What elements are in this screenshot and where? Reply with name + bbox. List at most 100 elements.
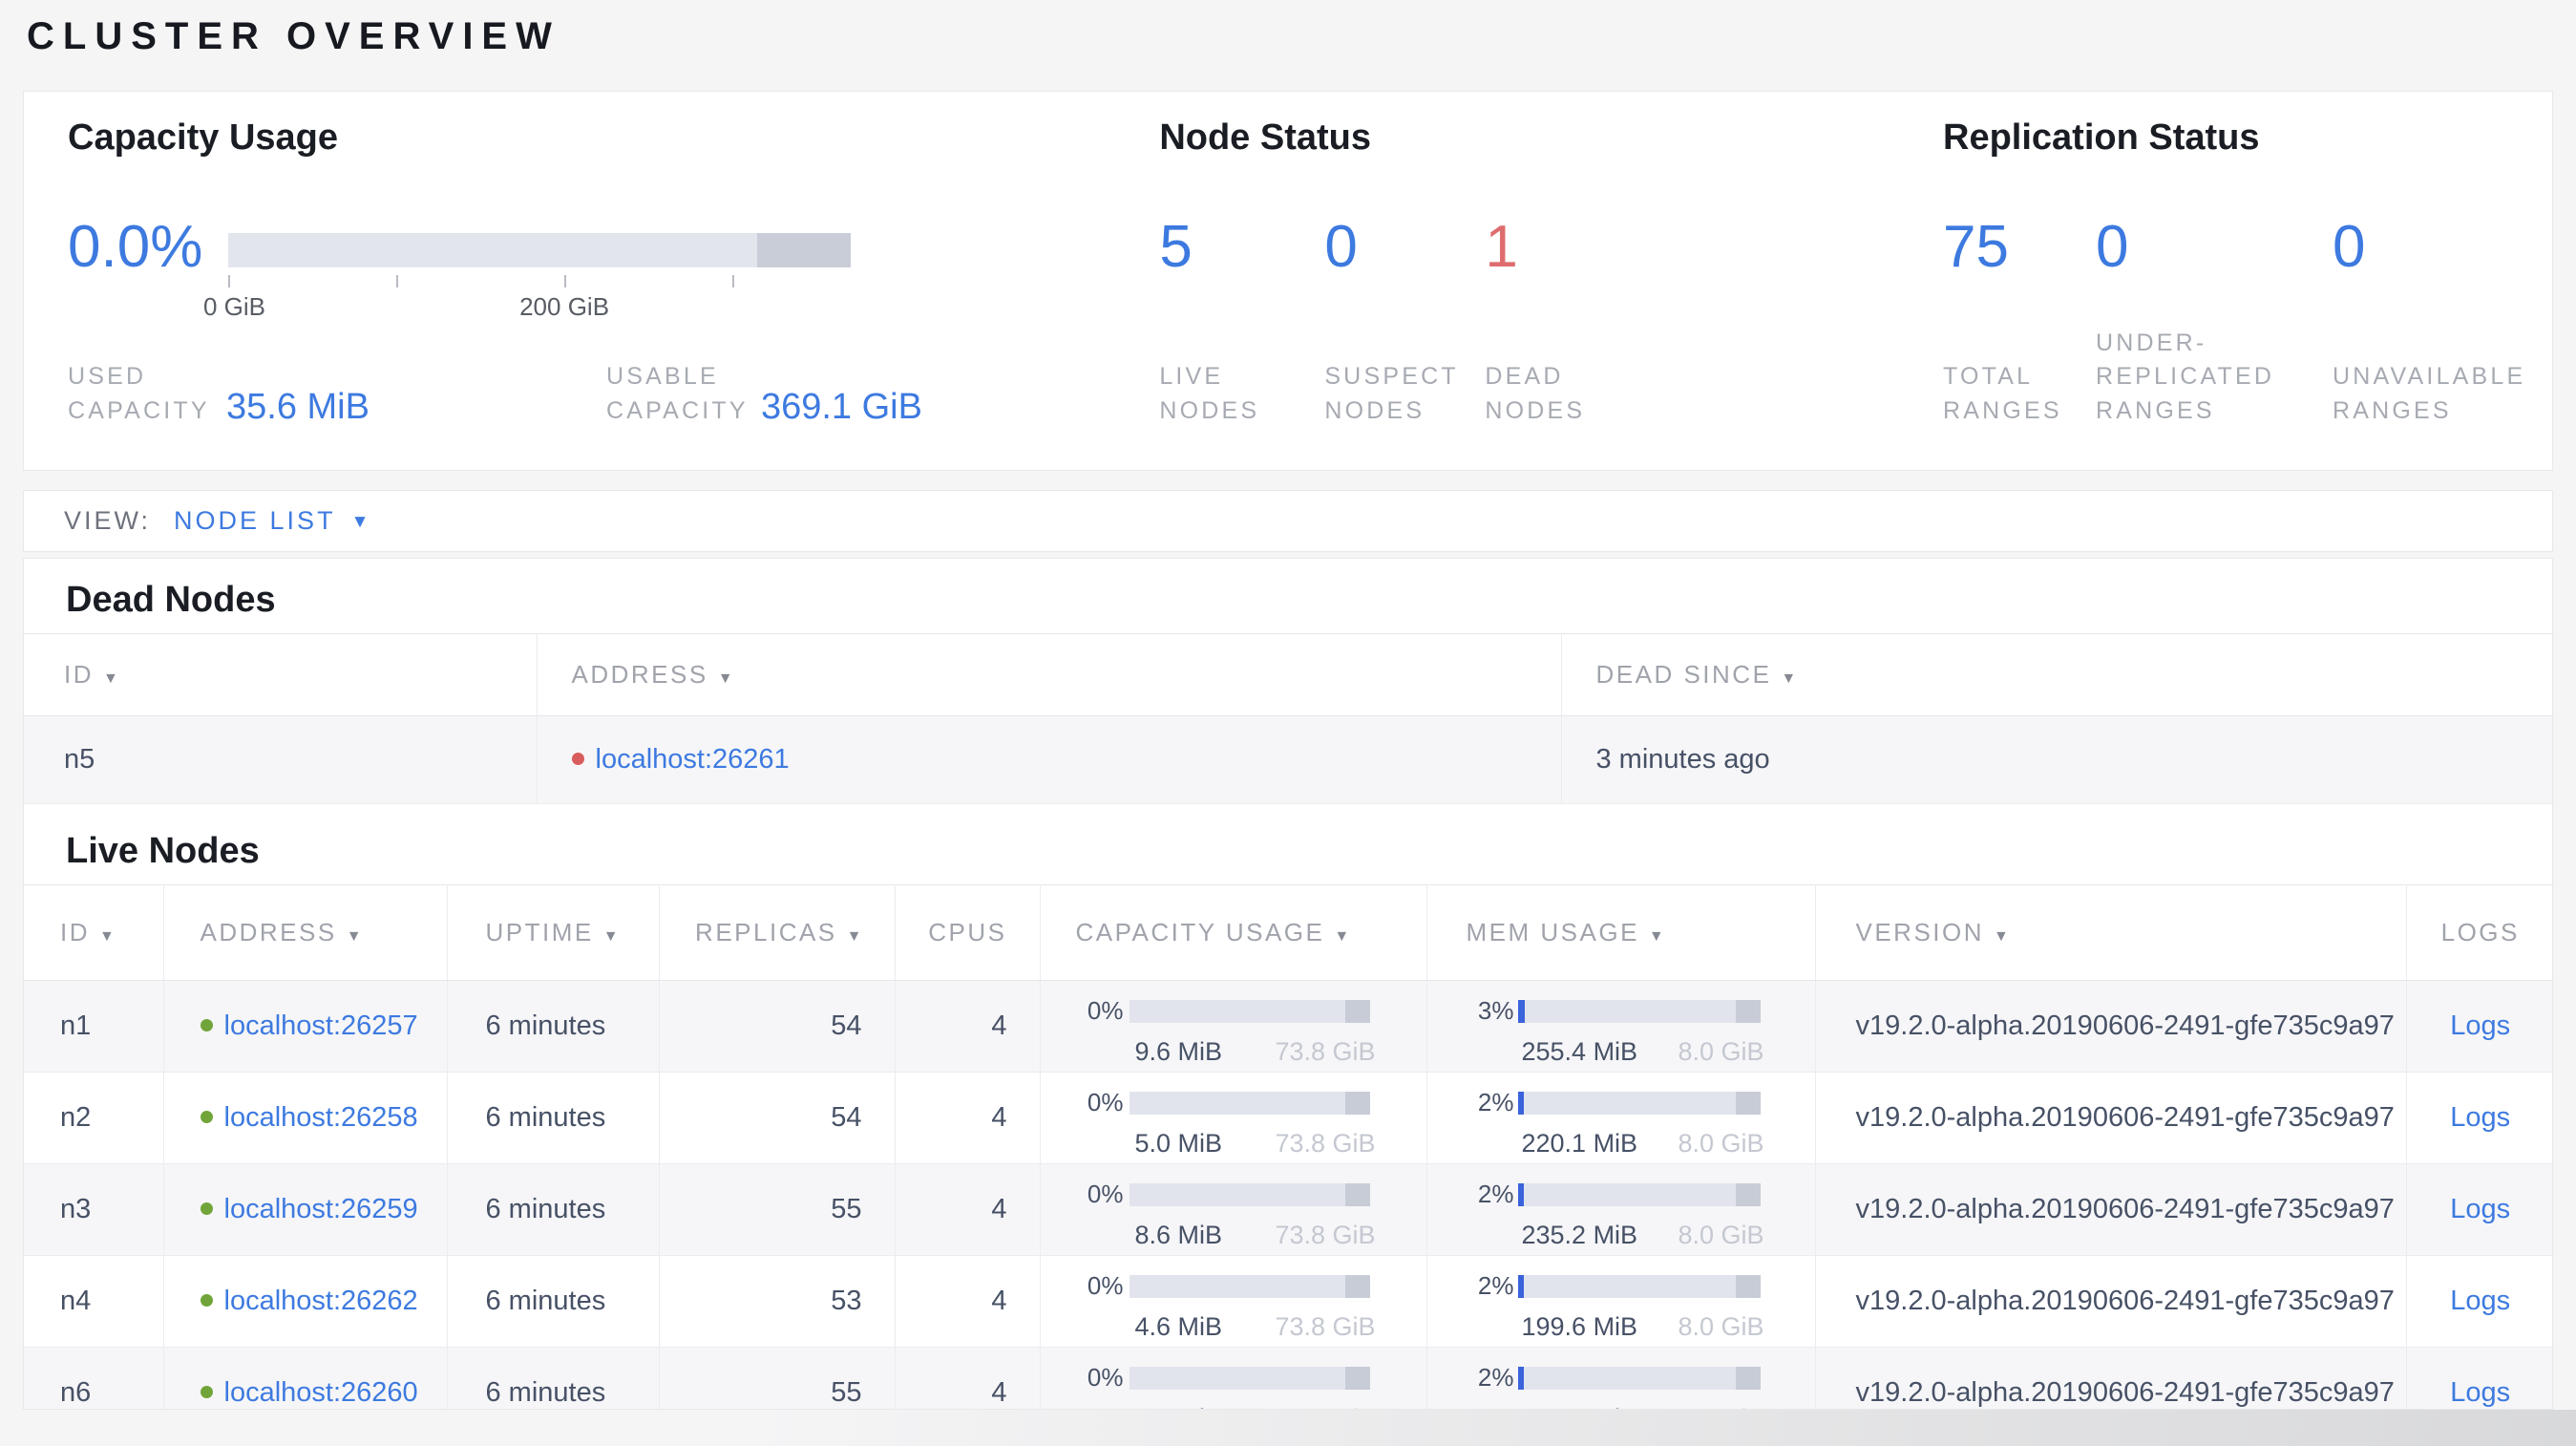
mem-total-value: 8.0 GiB — [1678, 1129, 1764, 1158]
node-logs-cell: Logs — [2406, 1348, 2552, 1410]
live-nodes-count: 5 — [1159, 214, 1193, 280]
node-address-cell: localhost:26262 — [163, 1255, 448, 1348]
mem-total-value: 8.0 GiB — [1678, 1221, 1764, 1249]
mem-used-value: 225.5 MiB — [1522, 1404, 1638, 1409]
live-header-logs: LOGS — [2406, 884, 2552, 981]
total-ranges-label: TOTAL RANGES — [1943, 363, 2062, 424]
mem-usage-bar — [1517, 999, 1761, 1023]
node-logs-cell: Logs — [2406, 1164, 2552, 1256]
mem-total-value: 8.0 GiB — [1678, 1037, 1764, 1066]
node-replicas: 55 — [659, 1163, 896, 1256]
node-address-link[interactable]: localhost:26262 — [224, 1286, 418, 1316]
live-header-address[interactable]: ADDRESS ▼ — [163, 884, 448, 981]
logs-link[interactable]: Logs — [2450, 1102, 2510, 1133]
node-replicas: 54 — [659, 1072, 896, 1164]
view-bar: VIEW: NODE LIST ▼ — [23, 490, 2553, 552]
logs-link[interactable]: Logs — [2450, 1377, 2510, 1408]
node-cpus: 4 — [895, 1072, 1041, 1164]
node-address-link[interactable]: localhost:26258 — [224, 1102, 418, 1133]
node-address-cell: localhost:26258 — [163, 1072, 448, 1164]
suspect-nodes-label: SUSPECT NODES — [1324, 363, 1459, 424]
mem-percent-label: 2% — [1477, 1271, 1514, 1300]
node-uptime: 6 minutes — [447, 1163, 660, 1256]
sort-descending-icon: ▼ — [99, 928, 115, 945]
status-dot-dead-icon — [571, 752, 584, 765]
live-header-version[interactable]: VERSION ▼ — [1815, 884, 2407, 981]
live-nodes-header-row: ID ▼ ADDRESS ▼ UPTIME ▼ REPLICAS ▼ CPUS CAPA… — [24, 884, 2552, 981]
live-node-row: n3 localhost:26259 6 minutes 55 4 0% 8.6… — [24, 1163, 2552, 1256]
capacity-stats: USED CAPACITY 35.6 MiB USABLE CAPACITY 3… — [68, 360, 1123, 428]
live-header-mem-usage[interactable]: MEM USAGE ▼ — [1426, 884, 1816, 981]
view-selector-dropdown[interactable]: NODE LIST ▼ — [174, 506, 369, 536]
mem-used-value: 255.4 MiB — [1521, 1037, 1638, 1066]
node-id: n1 — [24, 980, 164, 1073]
usable-capacity-value: 369.1 GiB — [760, 387, 922, 427]
mem-usage-bar — [1517, 1182, 1761, 1206]
mem-usage-bar — [1517, 1366, 1761, 1390]
live-nodes-table: ID ▼ ADDRESS ▼ UPTIME ▼ REPLICAS ▼ CPUS CAPA… — [24, 884, 2552, 1410]
node-address-link[interactable]: localhost:26260 — [224, 1377, 418, 1408]
dead-nodes-stat: 1 DEAD NODES — [1485, 212, 1676, 428]
axis-tick-label: 200 GiB — [519, 292, 610, 321]
mem-used-value: 199.6 MiB — [1521, 1312, 1638, 1341]
dead-node-address-cell: localhost:26261 — [537, 715, 1562, 804]
sort-descending-icon: ▼ — [717, 670, 733, 687]
live-header-capacity-usage[interactable]: CAPACITY USAGE ▼ — [1040, 884, 1427, 981]
under-replicated-count: 0 — [2096, 214, 2129, 280]
capacity-bar-other-segment — [757, 233, 851, 267]
live-header-replicas[interactable]: REPLICAS ▼ — [659, 884, 896, 981]
live-nodes-stat: 5 LIVE NODES — [1159, 212, 1324, 428]
logs-link[interactable]: Logs — [2450, 1286, 2510, 1316]
view-selected-value[interactable]: NODE LIST — [174, 506, 336, 536]
sort-descending-icon: ▼ — [1781, 670, 1797, 687]
node-capacity-usage-cell: 0% 5.0 MiB 73.8 GiB — [1040, 1072, 1427, 1164]
node-cpus: 4 — [895, 1347, 1041, 1409]
capacity-total-value: 73.8 GiB — [1275, 1404, 1375, 1409]
dead-header-address[interactable]: ADDRESS ▼ — [537, 633, 1562, 716]
live-header-id[interactable]: ID ▼ — [24, 884, 164, 981]
chevron-down-icon[interactable]: ▼ — [351, 512, 370, 533]
cluster-overview-page: CLUSTER OVERVIEW Capacity Usage 0.0% 0 G… — [0, 0, 2576, 1410]
capacity-usage-title: Capacity Usage — [68, 117, 339, 158]
dead-node-row: n5 localhost:26261 3 minutes ago — [24, 715, 2552, 804]
node-address-link[interactable]: localhost:26259 — [224, 1194, 418, 1224]
capacity-total-value: 73.8 GiB — [1275, 1312, 1376, 1341]
dead-node-id: n5 — [24, 715, 538, 804]
total-ranges-count: 75 — [1943, 214, 2009, 280]
sort-descending-icon: ▼ — [1994, 928, 2009, 945]
capacity-percent-label: 0% — [1087, 1088, 1124, 1116]
node-replicas: 54 — [659, 980, 896, 1073]
capacity-percent-label: 0% — [1087, 1180, 1124, 1208]
capacity-used-value: 8.6 MiB — [1134, 1221, 1223, 1249]
capacity-used-value: 5.0 MiB — [1134, 1129, 1223, 1158]
live-header-uptime[interactable]: UPTIME ▼ — [447, 884, 660, 981]
live-node-row: n4 localhost:26262 6 minutes 53 4 0% 4.6… — [24, 1255, 2552, 1348]
summary-card: Capacity Usage 0.0% 0 GiB 200 GiB USED C… — [23, 91, 2553, 471]
dead-node-address-link[interactable]: localhost:26261 — [596, 744, 790, 775]
node-uptime: 6 minutes — [447, 1072, 660, 1164]
node-replicas: 53 — [659, 1255, 896, 1348]
status-dot-live-icon — [200, 1385, 213, 1398]
dead-header-dead-since[interactable]: DEAD SINCE ▼ — [1561, 633, 2552, 716]
node-capacity-usage-cell: 0% 4.6 MiB 73.8 GiB — [1040, 1255, 1427, 1348]
live-header-cpus: CPUS — [895, 884, 1041, 981]
capacity-used-value: 7.8 MiB — [1135, 1404, 1223, 1409]
dead-header-id[interactable]: ID ▼ — [24, 633, 538, 716]
node-address-link[interactable]: localhost:26257 — [224, 1010, 418, 1041]
logs-link[interactable]: Logs — [2450, 1194, 2510, 1224]
node-id: n3 — [24, 1163, 164, 1256]
node-address-cell: localhost:26260 — [163, 1347, 448, 1409]
suspect-nodes-stat: 0 SUSPECT NODES — [1324, 212, 1485, 428]
capacity-usage-section: Capacity Usage 0.0% 0 GiB 200 GiB USED C… — [24, 92, 1123, 470]
capacity-usage-bar — [1129, 1182, 1370, 1206]
node-logs-cell: Logs — [2406, 1256, 2552, 1348]
sort-descending-icon: ▼ — [602, 928, 619, 945]
node-mem-usage-cell: 2% 199.6 MiB 8.0 GiB — [1426, 1255, 1816, 1348]
capacity-usage-bar — [1129, 1091, 1370, 1115]
capacity-usage-bar — [1129, 1366, 1370, 1390]
logs-link[interactable]: Logs — [2450, 1010, 2510, 1041]
dead-node-dead-since: 3 minutes ago — [1595, 744, 1770, 775]
view-label: VIEW: — [64, 506, 152, 535]
node-uptime: 6 minutes — [447, 980, 660, 1073]
sort-descending-icon: ▼ — [103, 670, 118, 687]
